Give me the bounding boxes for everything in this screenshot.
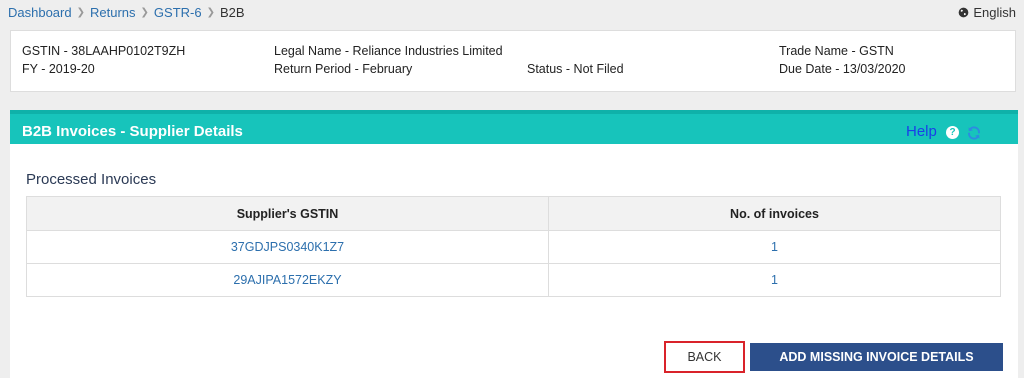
invoice-count-cell: 1 <box>548 230 1001 264</box>
supplier-gstin-cell: 37GDJPS0340K1Z7 <box>26 230 549 264</box>
panel-title: B2B Invoices - Supplier Details <box>22 123 243 140</box>
return-info-card: GSTIN - 38LAAHP0102T9ZH FY - 2019-20 Leg… <box>10 30 1016 92</box>
chevron-right-icon: ❯ <box>140 7 149 18</box>
language-selector[interactable]: English <box>958 5 1016 20</box>
breadcrumb-returns[interactable]: Returns <box>90 5 136 20</box>
panel-header: B2B Invoices - Supplier Details Help ? <box>10 110 1018 144</box>
help-link[interactable]: Help <box>906 123 937 140</box>
back-button[interactable]: BACK <box>664 341 745 373</box>
chevron-right-icon: ❯ <box>76 7 85 18</box>
panel-header-strip <box>10 110 1018 114</box>
b2b-panel: B2B Invoices - Supplier Details Help ? P… <box>10 110 1018 378</box>
invoice-count-link[interactable]: 1 <box>771 273 778 287</box>
supplier-gstin-cell: 29AJIPA1572EKZY <box>26 263 549 297</box>
fy-text: FY - 2019-20 <box>22 62 95 76</box>
supplier-gstin-link[interactable]: 37GDJPS0340K1Z7 <box>231 240 344 254</box>
table-row: 29AJIPA1572EKZY 1 <box>26 263 1001 297</box>
invoice-count-link[interactable]: 1 <box>771 240 778 254</box>
status-text: Status - Not Filed <box>527 62 624 76</box>
processed-invoices-label: Processed Invoices <box>26 171 157 188</box>
globe-icon <box>959 7 969 18</box>
language-label: English <box>973 5 1016 20</box>
refresh-icon[interactable] <box>966 125 982 141</box>
breadcrumb-current: B2B <box>219 5 245 20</box>
invoice-count-cell: 1 <box>548 263 1001 297</box>
help-icon[interactable]: ? <box>946 126 959 139</box>
supplier-gstin-link[interactable]: 29AJIPA1572EKZY <box>233 273 341 287</box>
column-header-invoice-count: No. of invoices <box>548 196 1001 231</box>
breadcrumb: Dashboard ❯ Returns ❯ GSTR-6 ❯ B2B <box>8 5 245 20</box>
top-bar: Dashboard ❯ Returns ❯ GSTR-6 ❯ B2B Engli… <box>0 0 1024 26</box>
table-header-row: Supplier's GSTIN No. of invoices <box>26 196 1001 231</box>
column-header-supplier-gstin: Supplier's GSTIN <box>26 196 549 231</box>
return-period-text: Return Period - February <box>274 62 413 76</box>
gstin-text: GSTIN - 38LAAHP0102T9ZH <box>22 44 186 58</box>
breadcrumb-gstr6[interactable]: GSTR-6 <box>154 5 202 20</box>
trade-name-text: Trade Name - GSTN <box>779 44 894 58</box>
legal-name-text: Legal Name - Reliance Industries Limited <box>274 44 503 58</box>
add-missing-invoice-details-button[interactable]: ADD MISSING INVOICE DETAILS <box>750 343 1003 371</box>
supplier-invoices-table: Supplier's GSTIN No. of invoices 37GDJPS… <box>26 196 1001 297</box>
chevron-right-icon: ❯ <box>206 7 215 18</box>
breadcrumb-dashboard[interactable]: Dashboard <box>8 5 72 20</box>
table-row: 37GDJPS0340K1Z7 1 <box>26 230 1001 264</box>
due-date-text: Due Date - 13/03/2020 <box>779 62 906 76</box>
